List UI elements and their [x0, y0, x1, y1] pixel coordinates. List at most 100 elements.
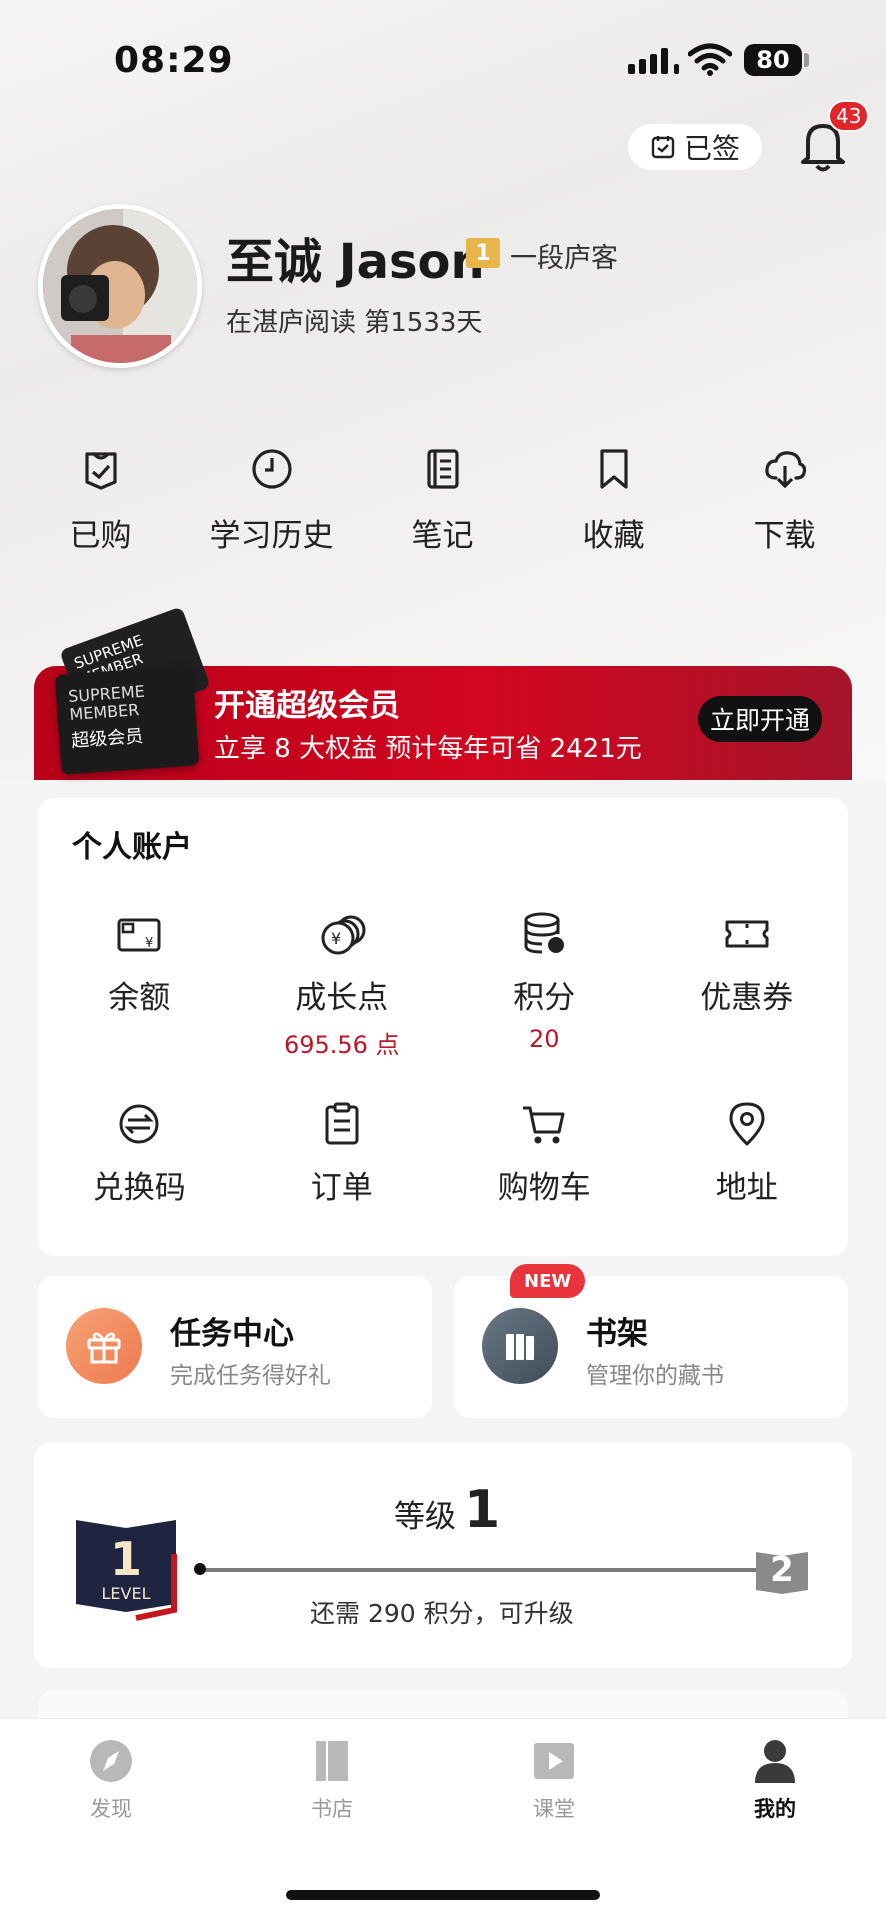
- account-item-value: 695.56 点: [283, 1031, 400, 1059]
- history-clock-icon: [251, 449, 292, 489]
- bookshelf-icon-circle: [482, 1308, 558, 1384]
- quick-action-label: 笔记: [411, 518, 474, 554]
- open-membership-button[interactable]: 立即开通: [698, 696, 822, 742]
- level-book-text: LEVEL: [101, 1584, 151, 1603]
- account-item-coupons[interactable]: 优惠券: [646, 910, 849, 1100]
- calendar-check-icon: [651, 136, 675, 159]
- new-badge: NEW: [510, 1264, 586, 1298]
- level-upgrade-hint: 还需 290 积分，可升级: [310, 1599, 574, 1628]
- account-item-value: 20: [528, 1025, 560, 1053]
- profile-person-icon: [755, 1740, 795, 1783]
- bookshelf-card[interactable]: NEW 书架 管理你的藏书: [454, 1264, 848, 1418]
- user-name: 至诚 Jason: [226, 234, 485, 290]
- task-center-card[interactable]: 任务中心 完成任务得好礼: [38, 1276, 432, 1418]
- quick-action-label: 下载: [753, 518, 816, 554]
- level-book-icon: 1 LEVEL: [76, 1514, 186, 1622]
- user-level-badge: 1: [466, 238, 500, 268]
- next-level-flag: 2: [754, 1546, 810, 1596]
- bookmark-icon: [599, 449, 628, 489]
- quick-action-label: 学习历史: [209, 518, 334, 554]
- account-item-label: 订单: [310, 1170, 373, 1206]
- account-item-growth-points[interactable]: ¥ 成长点 695.56 点: [241, 910, 444, 1100]
- level-book-number: 1: [109, 1532, 142, 1586]
- account-item-points[interactable]: 积分 20: [443, 910, 646, 1100]
- notification-count-badge: 43: [828, 100, 870, 132]
- signed-in-button[interactable]: 已签: [628, 124, 762, 170]
- battery-tip-icon: [804, 53, 809, 67]
- super-member-banner[interactable]: SUPREME MEMBER SUPREME MEMBER 超级会员 开通超级会…: [34, 606, 852, 780]
- status-time: 08:29: [114, 40, 234, 81]
- account-item-label: 余额: [108, 980, 171, 1016]
- account-item-redeem-code[interactable]: 兑换码: [38, 1100, 241, 1290]
- points-database-icon: [524, 912, 565, 954]
- personal-account-card: 个人账户 ¥ 余额 ¥ 成长点 695.56 点 积分 20 优惠券 兑换码 订…: [38, 798, 848, 1256]
- current-level-number: 1: [464, 1480, 501, 1540]
- redeem-code-icon: [119, 1104, 159, 1144]
- signed-label: 已签: [683, 132, 740, 165]
- books-icon: [506, 1334, 534, 1360]
- purchased-icon: [84, 452, 117, 490]
- member-card-cn: 超级会员: [70, 726, 144, 753]
- cellular-signal-icon: [628, 46, 679, 74]
- quick-action-label: 收藏: [582, 518, 645, 554]
- level-card[interactable]: 等级 1 1 LEVEL 2 还需 290 积分，可升级: [34, 1442, 852, 1668]
- account-item-orders[interactable]: 订单: [241, 1100, 444, 1290]
- task-center-title: 任务中心: [170, 1316, 294, 1352]
- tab-label: 课堂: [533, 1797, 575, 1821]
- bookshelf-title: 书架: [586, 1316, 648, 1352]
- task-center-subtitle: 完成任务得好礼: [170, 1363, 331, 1389]
- quick-action-purchased[interactable]: 已购: [15, 446, 186, 555]
- wifi-icon: [688, 43, 732, 76]
- cloud-download-icon: [764, 451, 806, 489]
- member-banner-title: 开通超级会员: [214, 688, 400, 724]
- tab-discover[interactable]: 发现: [51, 1737, 171, 1823]
- account-item-balance[interactable]: ¥ 余额: [38, 910, 241, 1100]
- user-level-name: 一段庐客: [510, 243, 618, 274]
- tab-label: 发现: [90, 1797, 132, 1821]
- tab-label: 我的: [754, 1797, 796, 1821]
- bookstore-icon: [316, 1741, 348, 1781]
- account-item-label: 购物车: [497, 1170, 591, 1206]
- compass-icon: [90, 1740, 132, 1782]
- level-label-text: 等级: [394, 1499, 456, 1535]
- quick-action-favorites[interactable]: 收藏: [528, 446, 699, 555]
- svg-text:¥: ¥: [331, 929, 341, 948]
- location-pin-icon: [729, 1102, 765, 1146]
- level-progress-line: [198, 1568, 758, 1572]
- battery-indicator: 80: [744, 44, 802, 76]
- account-item-label: 兑换码: [92, 1170, 186, 1206]
- account-item-label: 积分: [513, 980, 576, 1016]
- avatar[interactable]: [38, 204, 202, 368]
- quick-action-history[interactable]: 学习历史: [186, 446, 357, 555]
- gift-icon: [87, 1332, 121, 1364]
- tab-me[interactable]: 我的: [715, 1737, 835, 1823]
- order-clipboard-icon: [325, 1102, 359, 1145]
- account-item-cart[interactable]: 购物车: [443, 1100, 646, 1290]
- quick-action-download[interactable]: 下载: [699, 446, 870, 555]
- level-progress-dot: [194, 1563, 206, 1575]
- video-play-icon: [534, 1743, 574, 1779]
- coins-icon: ¥: [321, 915, 366, 955]
- notes-icon: [426, 449, 459, 489]
- account-grid: ¥ 余额 ¥ 成长点 695.56 点 积分 20 优惠券 兑换码 订单 购物车…: [38, 910, 848, 1290]
- quick-actions-row: 已购 学习历史 笔记 收藏 下载: [0, 446, 886, 555]
- tab-classroom[interactable]: 课堂: [494, 1737, 614, 1823]
- member-card-front: SUPREME MEMBER 超级会员: [54, 665, 200, 775]
- account-item-label: 优惠券: [700, 980, 794, 1016]
- quick-action-notes[interactable]: 笔记: [357, 446, 528, 555]
- home-indicator[interactable]: [286, 1890, 600, 1900]
- cart-icon: [523, 1106, 565, 1144]
- tab-label: 书店: [311, 1797, 353, 1821]
- account-item-address[interactable]: 地址: [646, 1100, 849, 1290]
- bookshelf-subtitle: 管理你的藏书: [586, 1363, 724, 1389]
- coupon-icon: [725, 920, 769, 948]
- member-banner-subtitle: 立享 8 大权益 预计每年可省 2421元: [214, 734, 642, 764]
- reading-days-text: 在湛庐阅读 第1533天: [226, 308, 483, 338]
- task-center-icon-circle: [66, 1308, 142, 1384]
- quick-action-label: 已购: [69, 518, 132, 554]
- account-item-label: 地址: [715, 1170, 778, 1206]
- tab-bookstore[interactable]: 书店: [272, 1737, 392, 1823]
- account-item-label: 成长点: [295, 980, 389, 1016]
- next-level-number: 2: [770, 1550, 794, 1590]
- account-section-title: 个人账户: [72, 830, 192, 865]
